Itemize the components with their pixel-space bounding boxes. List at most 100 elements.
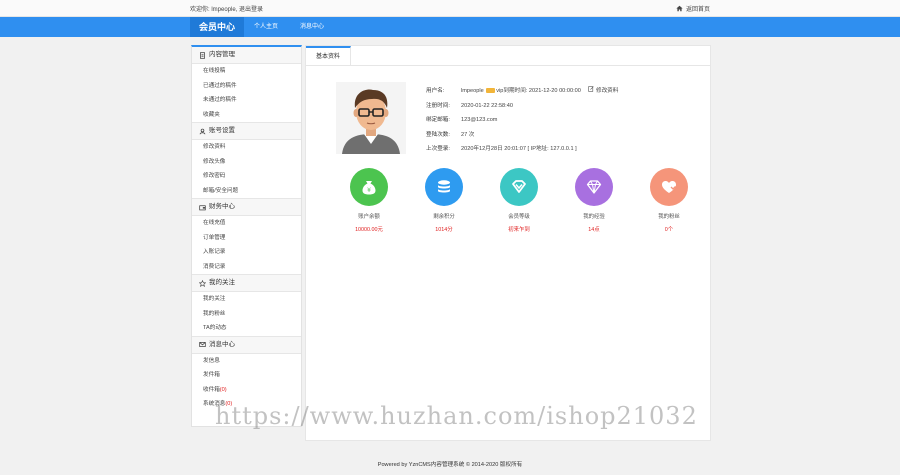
- vip-expiry: vip到期时间: 2021-12-20 00:00:00: [496, 88, 581, 94]
- sidebar-item-income[interactable]: 入账记录: [192, 245, 301, 260]
- avatar: [336, 82, 406, 154]
- tab-basic-info[interactable]: 基本资料: [306, 46, 351, 65]
- nav-link-messages[interactable]: 消息中心: [300, 17, 324, 37]
- label-email: 绑定邮箱:: [426, 117, 450, 123]
- diamond-icon: [512, 180, 526, 193]
- stat-circle: [425, 168, 463, 206]
- edit-profile-link[interactable]: 修改资料: [588, 86, 619, 94]
- stat-points[interactable]: 剩余积分 1014分: [414, 168, 474, 233]
- value-login-count: 27 次: [461, 131, 475, 138]
- sidebar-item-expense[interactable]: 消费记录: [192, 260, 301, 275]
- sidebar-group-account[interactable]: 账号设置: [192, 122, 301, 140]
- sidebar-group-messages[interactable]: 消息中心: [192, 335, 301, 354]
- info-row-reg-time: 注册时间: 2020-01-22 22:58:40: [426, 99, 618, 114]
- sidebar-item-favorites[interactable]: 收藏夹: [192, 108, 301, 123]
- sidebar-item-submit[interactable]: 在线投稿: [192, 64, 301, 79]
- stat-label: 会员等级: [508, 214, 530, 220]
- sidebar-item-outbox[interactable]: 发件箱: [192, 368, 301, 383]
- profile-panel: 基本资料 用户名: lmpeople vip到期时间: 2021-12-20 00…: [305, 45, 711, 441]
- stat-label: 账户余额: [358, 214, 380, 220]
- tab-bar: 基本资料: [306, 46, 710, 66]
- stat-value: 14点: [588, 227, 600, 233]
- welcome-text: 欢迎你: lmpeople, 退出登录: [190, 4, 263, 13]
- home-link[interactable]: 返回首页: [676, 4, 710, 13]
- mail-icon: [199, 342, 206, 347]
- label-username: 用户名:: [426, 88, 445, 94]
- star-icon: [199, 279, 206, 287]
- info-row-username: 用户名: lmpeople vip到期时间: 2021-12-20 00:00:0…: [426, 84, 618, 99]
- info-row-last-login: 上次登录: 2020年12月28日 20:01:07 [ IP地址: 127.0.…: [426, 142, 618, 157]
- sidebar-item-inbox[interactable]: 收件箱(0): [192, 383, 301, 398]
- sidebar-item-activity[interactable]: TA的动态: [192, 321, 301, 336]
- sidebar-item-rejected[interactable]: 未通过的稿件: [192, 93, 301, 108]
- label-login-count: 登陆次数:: [426, 131, 450, 138]
- stat-circle: [500, 168, 538, 206]
- vip-crown-icon: [486, 88, 496, 94]
- wallet-icon: [199, 204, 206, 210]
- value-email: 123@123.com: [461, 117, 498, 123]
- edit-icon: [588, 86, 595, 92]
- value-reg-time: 2020-01-22 22:58:40: [461, 102, 513, 109]
- gem-icon: [586, 180, 602, 194]
- group-title: 内容管理: [209, 51, 235, 58]
- stat-label: 我的经验: [583, 214, 605, 220]
- sidebar-item-edit-avatar[interactable]: 修改头像: [192, 155, 301, 170]
- inbox-label: 收件箱: [203, 386, 220, 393]
- stat-value: 0个: [664, 227, 674, 233]
- stat-value: 初来乍到: [508, 227, 530, 233]
- stat-label: 我的粉丝: [658, 214, 680, 220]
- welcome-prefix: 欢迎你:: [190, 7, 210, 13]
- stats-row: ¥ 账户余额 10000.00元 剩余积分 1014分 会员等级 初来乍到 我的…: [336, 168, 688, 238]
- value-username: lmpeople: [461, 88, 484, 94]
- watermark: https://www.huzhan.com/ishop21032: [215, 402, 698, 430]
- profile-info: 用户名: lmpeople vip到期时间: 2021-12-20 00:00:0…: [426, 84, 618, 157]
- home-label: 返回首页: [685, 7, 710, 13]
- stat-fans[interactable]: 我的粉丝 0个: [639, 168, 699, 233]
- sidebar-item-recharge[interactable]: 在线充值: [192, 216, 301, 231]
- sidebar-group-finance[interactable]: 财务中心: [192, 198, 301, 216]
- stat-balance[interactable]: ¥ 账户余额 10000.00元: [339, 168, 399, 233]
- sidebar-item-edit-password[interactable]: 修改密码: [192, 169, 301, 184]
- group-title: 财务中心: [209, 203, 235, 210]
- sidebar-item-send-message[interactable]: 发信息: [192, 354, 301, 369]
- info-row-email: 绑定邮箱: 123@123.com: [426, 113, 618, 128]
- separator: ,: [235, 7, 238, 13]
- stat-label: 剩余积分: [433, 214, 455, 220]
- stat-level[interactable]: 会员等级 初来乍到: [489, 168, 549, 233]
- user-icon: [199, 128, 206, 134]
- sidebar-item-fans[interactable]: 我的粉丝: [192, 307, 301, 322]
- edit-profile-label: 修改资料: [595, 88, 619, 94]
- sidebar-group-content[interactable]: 内容管理: [192, 47, 301, 64]
- main-navbar: 会员中心 个人主页 消息中心: [0, 17, 900, 37]
- brand-member-center[interactable]: 会员中心: [190, 17, 244, 37]
- stat-experience[interactable]: 我的经验 14点: [564, 168, 624, 233]
- logout-link[interactable]: 退出登录: [239, 7, 263, 13]
- username-link[interactable]: lmpeople: [211, 7, 235, 13]
- home-icon: [676, 5, 683, 12]
- value-last-login: 2020年12月28日 20:01:07 [ IP地址: 127.0.0.1 ]: [461, 146, 577, 152]
- footer: Powered by YznCMS内容管理系统 © 2014-2020 版权所有: [377, 462, 523, 468]
- inbox-count: (0): [219, 386, 227, 393]
- sidebar-item-approved[interactable]: 已通过的稿件: [192, 79, 301, 94]
- label-last-login: 上次登录:: [426, 146, 450, 152]
- info-row-login-count: 登陆次数: 27 次: [426, 128, 618, 143]
- group-title: 我的关注: [209, 279, 235, 286]
- stat-circle: [575, 168, 613, 206]
- top-bar: 欢迎你: lmpeople, 退出登录 返回首页: [0, 0, 900, 17]
- stat-circle: [650, 168, 688, 206]
- group-title: 消息中心: [209, 340, 235, 348]
- document-icon: [200, 51, 205, 59]
- label-reg-time: 注册时间:: [426, 102, 450, 109]
- nav-link-homepage[interactable]: 个人主页: [254, 17, 278, 37]
- sidebar-item-email-security[interactable]: 邮箱/安全问题: [192, 184, 301, 199]
- avatar-illustration-icon: [342, 89, 400, 154]
- money-bag-icon: ¥: [362, 181, 376, 195]
- heart-icon: [662, 181, 676, 193]
- sidebar-item-orders[interactable]: 订单管理: [192, 231, 301, 246]
- stat-circle: ¥: [350, 168, 388, 206]
- sidebar: 内容管理 在线投稿 已通过的稿件 未通过的稿件 收藏夹 账号设置 修改资料 修改…: [191, 45, 302, 427]
- sidebar-item-following[interactable]: 我的关注: [192, 292, 301, 307]
- sidebar-item-edit-profile[interactable]: 修改资料: [192, 140, 301, 155]
- sidebar-group-follow[interactable]: 我的关注: [192, 274, 301, 292]
- group-title: 账号设置: [209, 127, 235, 134]
